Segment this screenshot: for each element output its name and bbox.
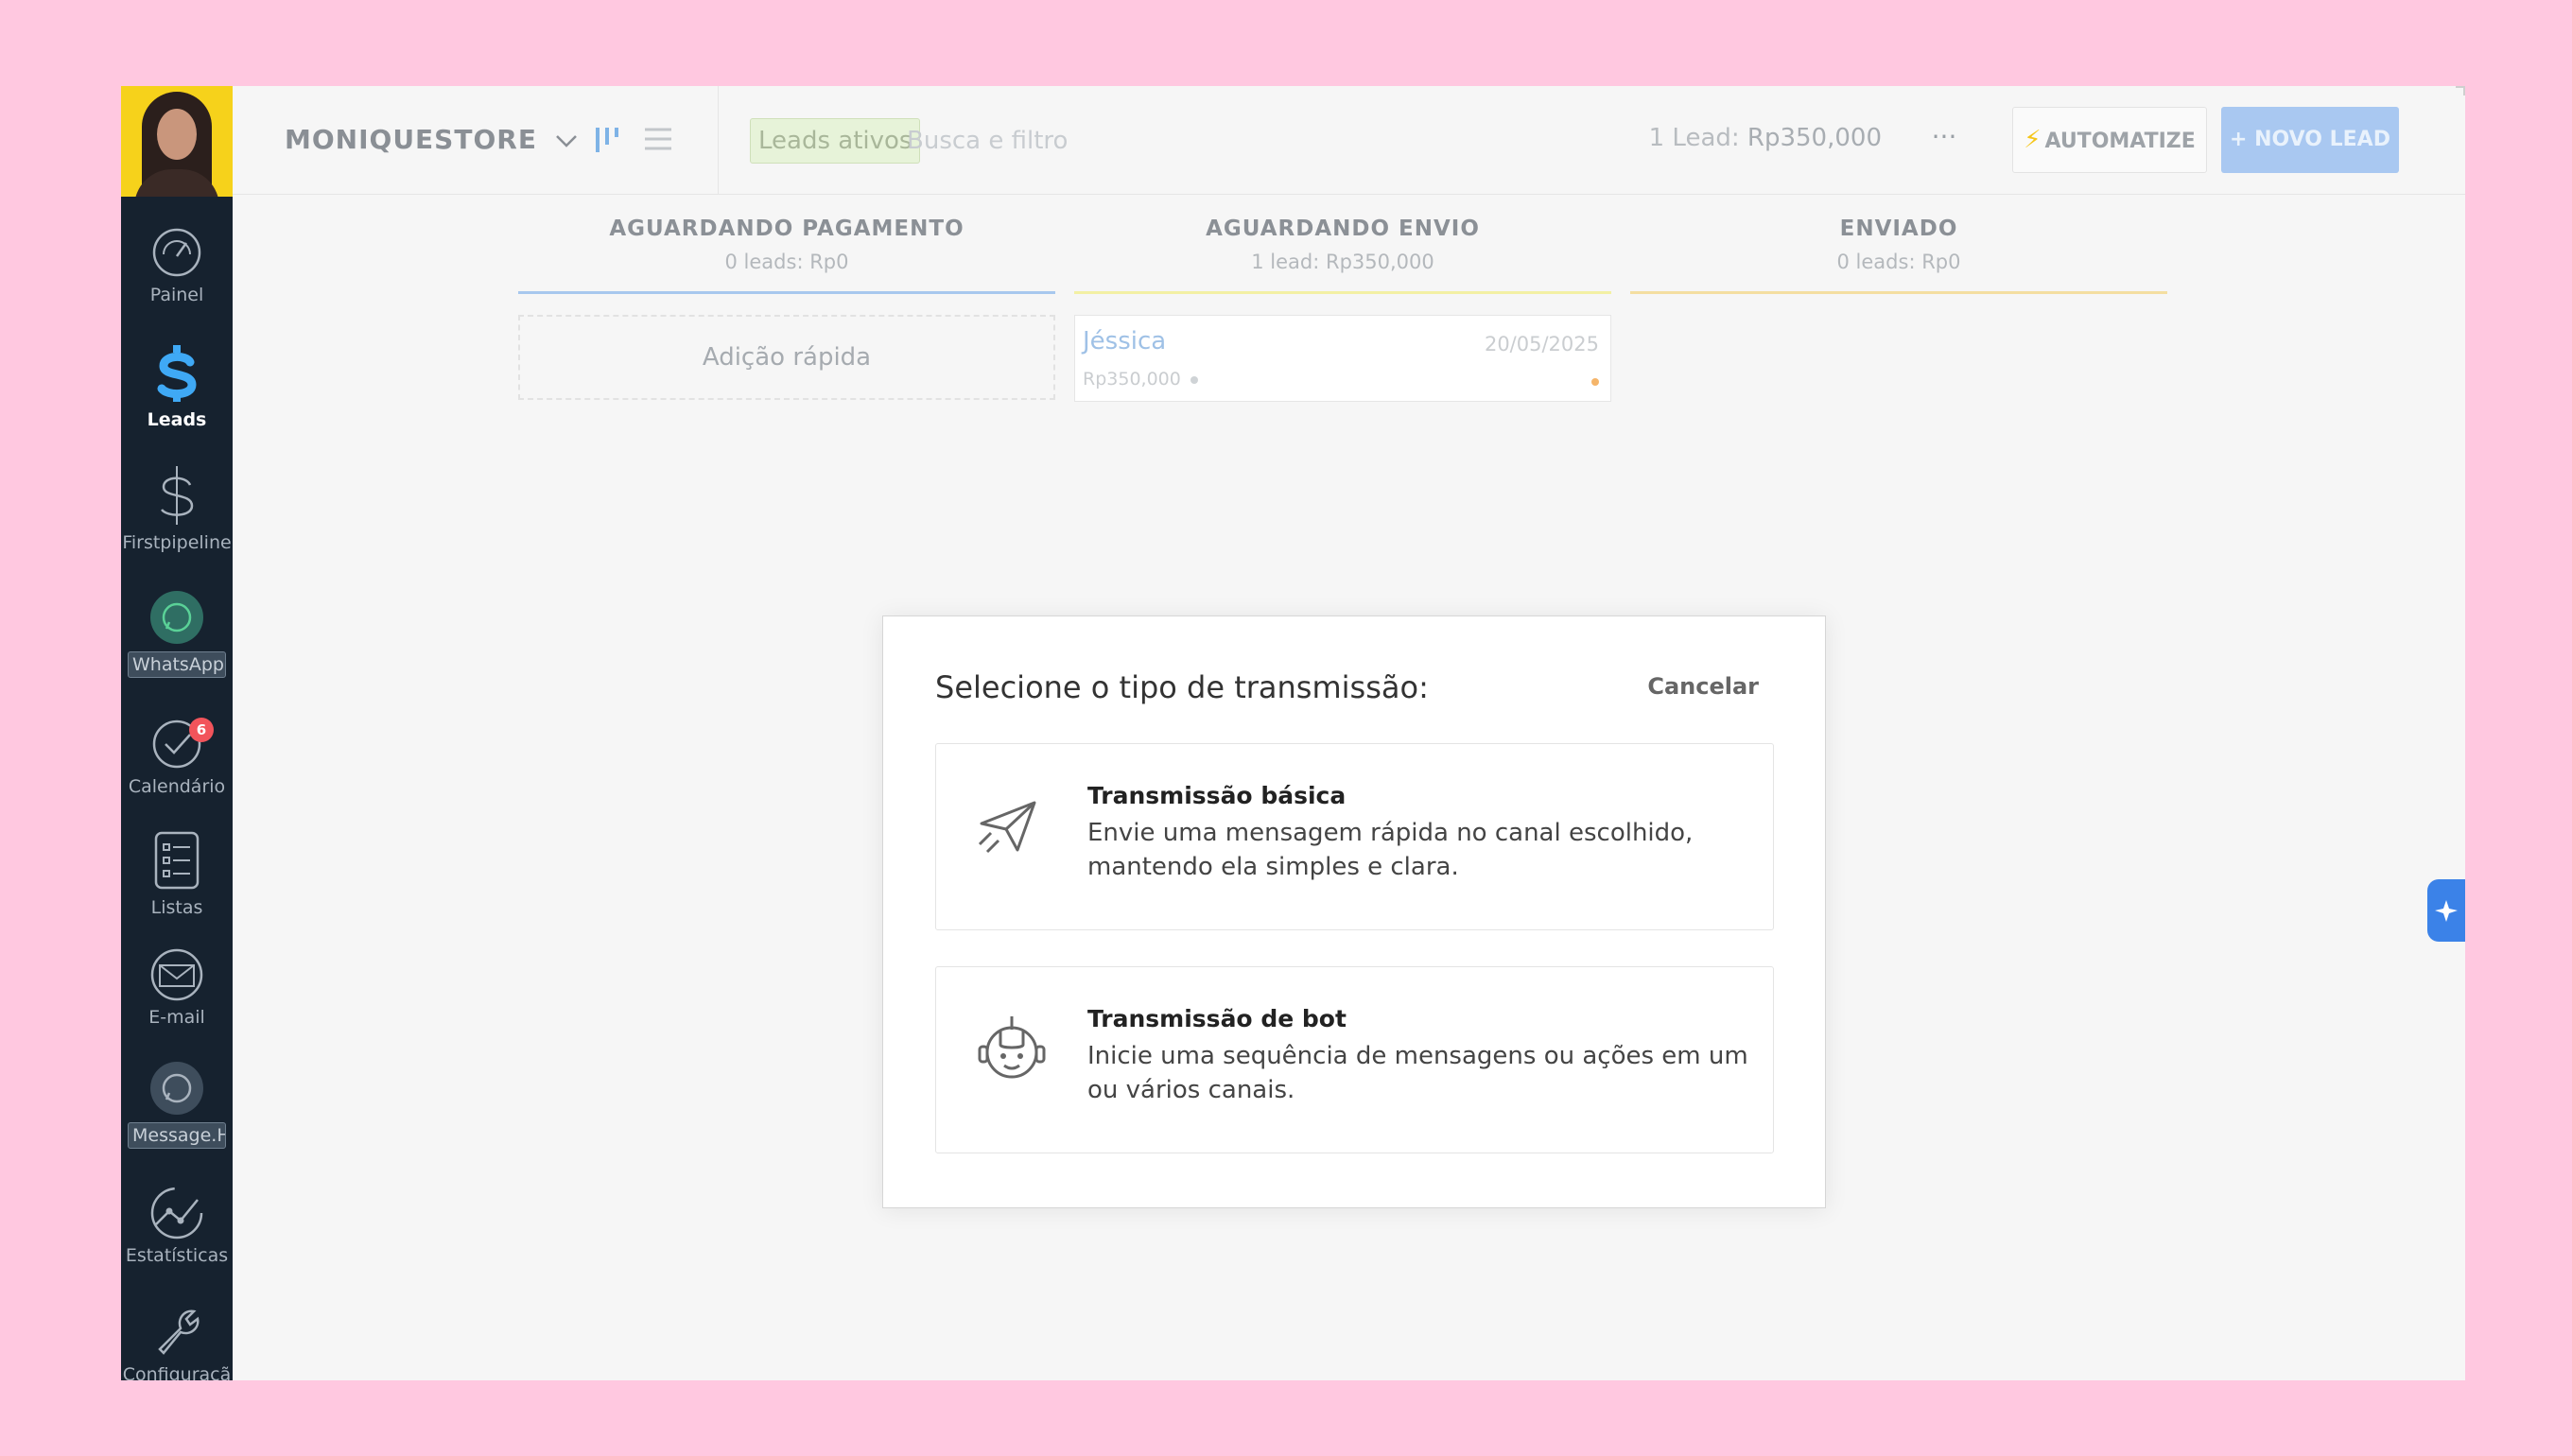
- ai-assistant-tab[interactable]: [2427, 879, 2465, 942]
- broadcast-type-modal: Selecione o tipo de transmissão: Cancela…: [882, 615, 1826, 1208]
- quick-add-button[interactable]: Adição rápida: [518, 315, 1055, 400]
- column-divider: [1630, 291, 2167, 294]
- lead-count: 1 Lead:: [1648, 124, 1740, 152]
- sidebar-item-label: WhatsApp: [128, 651, 226, 678]
- lead-price-row: Rp350,000: [1083, 369, 1198, 390]
- sidebar-item-label: Firstpipeline: [122, 532, 232, 553]
- leads-dollar-icon: [157, 345, 197, 402]
- column-header: ENVIADO 0 leads: Rp0: [1630, 217, 2167, 273]
- robot-icon: [978, 1016, 1046, 1079]
- sparkle-icon: [2435, 900, 2458, 922]
- sidebar-item-painel[interactable]: Painel: [121, 226, 233, 305]
- speedometer-icon: [152, 228, 201, 277]
- column-title: AGUARDANDO PAGAMENTO: [609, 217, 964, 241]
- search-input[interactable]: [907, 118, 1380, 164]
- sidebar-item-whatsapp[interactable]: WhatsApp: [121, 589, 233, 683]
- mail-icon: [150, 948, 203, 1001]
- task-dot: [1591, 378, 1599, 386]
- column-summary: 0 leads: Rp0: [1836, 251, 1961, 273]
- new-lead-button[interactable]: + NOVO LEAD: [2221, 107, 2399, 173]
- pipeline-view-icon[interactable]: [592, 122, 624, 156]
- pipeline-selector[interactable]: MONIQUESTORE: [285, 124, 578, 155]
- sidebar-item-calendario[interactable]: 6 Calendário: [121, 718, 233, 797]
- pipeline-name: MONIQUESTORE: [285, 124, 537, 155]
- sidebar-item-email[interactable]: E-mail: [121, 948, 233, 1028]
- lightning-icon: ⚡: [2024, 126, 2042, 154]
- lead-name[interactable]: Jéssica: [1083, 327, 1166, 355]
- sidebar-item-estatisticas[interactable]: Estatísticas: [121, 1187, 233, 1266]
- bot-broadcast-option[interactable]: Transmissão de bot Inicie uma sequência …: [935, 966, 1774, 1153]
- option-title: Transmissão de bot: [1087, 1005, 1347, 1032]
- stats-icon: [150, 1187, 203, 1239]
- automate-label: AUTOMATIZE: [2044, 130, 2196, 153]
- sidebar-item-leads[interactable]: Leads: [121, 341, 233, 430]
- sidebar-item-firstpipeline[interactable]: Firstpipeline: [121, 464, 233, 553]
- column-divider: [518, 291, 1055, 294]
- resize-corner: [2456, 86, 2465, 95]
- lead-summary: 1 Lead: Rp350,000: [1649, 124, 1882, 152]
- automate-button[interactable]: ⚡ AUTOMATIZE: [2012, 107, 2207, 173]
- column-title: AGUARDANDO ENVIO: [1206, 217, 1480, 241]
- sidebar: Painel Leads Firstpipeline WhatsApp 6 Ca…: [121, 86, 233, 1380]
- chevron-down-icon: [555, 135, 577, 147]
- option-title: Transmissão básica: [1087, 782, 1347, 809]
- dollar-icon: [161, 466, 194, 525]
- column-summary: 0 leads: Rp0: [724, 251, 849, 273]
- cancel-button[interactable]: Cancelar: [1647, 673, 1759, 700]
- lead-amount: Rp350,000: [1747, 124, 1882, 152]
- modal-title: Selecione o tipo de transmissão:: [935, 669, 1429, 705]
- lead-date: 20/05/2025: [1484, 333, 1599, 355]
- whatsapp-icon: [150, 591, 203, 644]
- status-dot: [1190, 375, 1198, 384]
- sidebar-item-message-hub[interactable]: Message.H: [121, 1060, 233, 1153]
- notification-badge: 6: [189, 718, 214, 742]
- column-header: AGUARDANDO ENVIO 1 lead: Rp350,000: [1074, 217, 1611, 273]
- app-window: Painel Leads Firstpipeline WhatsApp 6 Ca…: [121, 86, 2465, 1380]
- list-view-icon[interactable]: [643, 122, 673, 156]
- sidebar-item-label: Message.H: [128, 1122, 226, 1149]
- sidebar-item-label: Painel: [149, 285, 204, 305]
- filter-tag[interactable]: Leads ativos: [750, 118, 921, 164]
- sidebar-item-label: Listas: [150, 897, 203, 918]
- column-header: AGUARDANDO PAGAMENTO 0 leads: Rp0: [518, 217, 1055, 273]
- sidebar-item-listas[interactable]: Listas: [121, 829, 233, 918]
- sidebar-item-label: Calendário: [128, 776, 226, 797]
- sidebar-item-label: Estatísticas: [125, 1245, 229, 1266]
- column-divider: [1074, 291, 1611, 294]
- sidebar-item-label: Leads: [147, 409, 207, 430]
- avatar[interactable]: [121, 86, 233, 197]
- lead-price: Rp350,000: [1083, 369, 1181, 390]
- sidebar-item-label: E-mail: [148, 1007, 205, 1028]
- lead-card[interactable]: Jéssica 20/05/2025 Rp350,000: [1074, 315, 1611, 402]
- whatsapp-icon: [150, 1062, 203, 1115]
- column-summary: 1 lead: Rp350,000: [1251, 251, 1434, 273]
- list-icon: [154, 831, 200, 890]
- sidebar-item-label: Configuraçã: [122, 1364, 232, 1380]
- basic-broadcast-option[interactable]: Transmissão básica Envie uma mensagem rá…: [935, 743, 1774, 930]
- column-title: ENVIADO: [1839, 217, 1958, 241]
- option-description: Inicie uma sequência de mensagens ou açõ…: [1087, 1042, 1748, 1104]
- sidebar-item-configuracoes[interactable]: Configuraçã: [121, 1302, 233, 1380]
- wrench-icon: [158, 1309, 200, 1355]
- more-options-button[interactable]: ···: [1918, 114, 1971, 167]
- top-bar: MONIQUESTORE Leads ativos 1 Lead: Rp350,…: [233, 86, 2465, 195]
- option-description: Envie uma mensagem rápida no canal escol…: [1087, 819, 1694, 881]
- paper-plane-icon: [978, 801, 1036, 854]
